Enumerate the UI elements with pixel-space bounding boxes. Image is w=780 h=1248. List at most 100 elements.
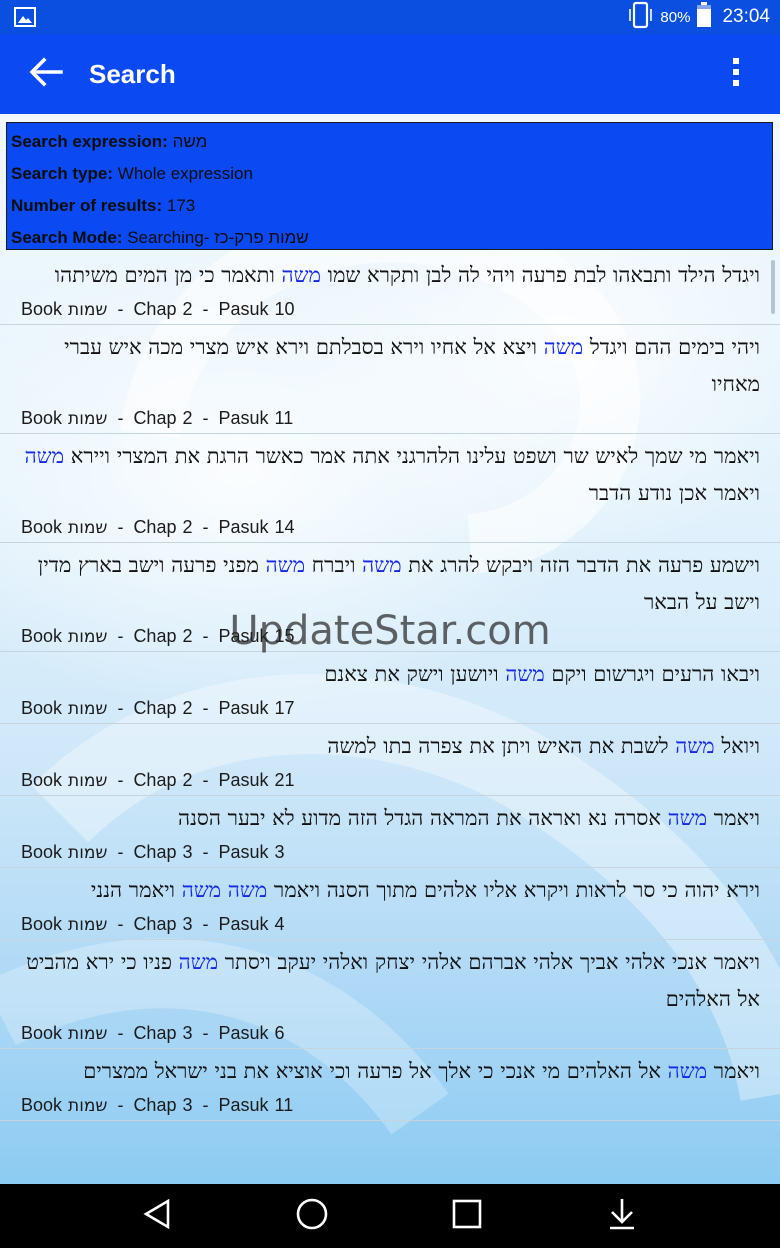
status-indicators: 80% 23:04 (628, 0, 770, 34)
search-expression-row: Search expression: משה (11, 126, 768, 158)
verse-reference: Book שמות - Chap 2 - Pasuk 21 (0, 765, 780, 795)
verse-segment: ויברח (305, 553, 363, 577)
arrow-back-icon (29, 57, 63, 91)
nav-download-button[interactable] (602, 1196, 642, 1236)
separator: - (107, 299, 134, 319)
book-label: Book (21, 1023, 63, 1043)
book-name: שמות (68, 300, 108, 320)
chap-label: Chap (133, 914, 177, 934)
book-label: Book (21, 408, 63, 428)
verse-segment: ויבאו הרעים ויגרשום ויקם (544, 662, 760, 686)
verse-segment: אל האלהים מי אנכי כי אלך אל פרעה וכי אוצ… (83, 1059, 668, 1083)
book-label: Book (21, 517, 63, 537)
verse-reference: Book שמות - Chap 2 - Pasuk 15 (0, 621, 780, 651)
verse-segment: ויושען וישק את צאנם (324, 662, 506, 686)
separator: - (107, 517, 134, 537)
verse-reference: Book שמות - Chap 2 - Pasuk 11 (0, 403, 780, 433)
result-item[interactable]: ויאמר משה אסרה נא ואראה את המראה הגדל הז… (0, 796, 780, 868)
result-item[interactable]: וירא יהוה כי סר לראות ויקרא אליו אלהים מ… (0, 868, 780, 940)
separator: - (192, 770, 219, 790)
search-match: משה (265, 553, 306, 577)
verse-text: ויהי בימים ההם ויגדל משה ויצא אל אחיו וי… (0, 325, 780, 403)
result-item[interactable]: ויואל משה לשבת את האיש ויתן את צפרה בתו … (0, 724, 780, 796)
nav-home-button[interactable] (292, 1196, 332, 1236)
pasuk-label: Pasuk (218, 626, 269, 646)
separator: - (107, 1023, 134, 1043)
verse-segment: לשבת את האיש ויתן את צפרה בתו למשה (327, 734, 676, 758)
separator: - (107, 1095, 134, 1115)
book-name: שמות (68, 699, 108, 719)
pasuk-label: Pasuk (218, 914, 269, 934)
search-summary: Search expression: משה Search type: Whol… (6, 122, 773, 250)
book-label: Book (21, 770, 63, 790)
book-name: שמות (68, 771, 108, 791)
pasuk-number: 4 (274, 914, 285, 934)
chap-number: 3 (182, 1023, 193, 1043)
search-type-label: Search type: (11, 164, 114, 183)
pasuk-number: 14 (274, 517, 295, 537)
scrollbar[interactable] (771, 260, 775, 314)
verse-segment: ויואל (714, 734, 760, 758)
verse-reference: Book שמות - Chap 2 - Pasuk 14 (0, 512, 780, 542)
separator: - (107, 914, 134, 934)
separator: - (192, 1095, 219, 1115)
result-count-row: Number of results: 173 (11, 190, 768, 222)
chap-number: 3 (182, 842, 193, 862)
book-label: Book (21, 698, 63, 718)
chap-number: 2 (182, 408, 193, 428)
book-name: שמות (68, 518, 108, 538)
circle-home-icon (295, 1197, 329, 1235)
verse-reference: Book שמות - Chap 3 - Pasuk 4 (0, 909, 780, 939)
verse-segment: ויהי בימים ההם ויגדל (583, 335, 760, 359)
nav-recents-button[interactable] (447, 1196, 487, 1236)
verse-segment: ויאמר אכן נודע הדבר (588, 481, 760, 505)
back-button[interactable] (26, 54, 66, 94)
chap-label: Chap (133, 1023, 177, 1043)
verse-segment: ויאמר מי שמך לאיש שר ושפט עלינו הלהרגני … (64, 444, 760, 468)
book-name: שמות (68, 843, 108, 863)
search-expression-label: Search expression: (11, 132, 168, 151)
pasuk-label: Pasuk (218, 299, 269, 319)
separator: - (107, 626, 134, 646)
verse-reference: Book שמות - Chap 2 - Pasuk 10 (0, 294, 780, 324)
chap-label: Chap (133, 842, 177, 862)
result-item[interactable]: ויאמר מי שמך לאיש שר ושפט עלינו הלהרגני … (0, 434, 780, 543)
status-bar: 80% 23:04 (0, 0, 780, 34)
verse-segment: ותאמר כי מן המים משיתהו (54, 263, 282, 287)
pasuk-label: Pasuk (218, 1023, 269, 1043)
result-item[interactable]: ויאמר משה אל האלהים מי אנכי כי אלך אל פר… (0, 1049, 780, 1121)
pasuk-label: Pasuk (218, 842, 269, 862)
verse-segment: וירא יהוה כי סר לראות ויקרא אליו אלהים מ… (267, 878, 760, 902)
search-expression-value: משה (172, 132, 208, 151)
result-count-value: 173 (166, 196, 196, 215)
search-type-value: Whole expression (117, 164, 253, 183)
separator: - (192, 698, 219, 718)
pasuk-label: Pasuk (218, 1095, 269, 1115)
status-time: 23:04 (722, 6, 770, 27)
verse-segment: אסרה נא ואראה את המראה הגדל הזה מדוע לא … (178, 806, 668, 830)
overflow-menu-button[interactable] (722, 54, 750, 94)
verse-reference: Book שמות - Chap 3 - Pasuk 3 (0, 837, 780, 867)
chap-number: 2 (182, 517, 193, 537)
app-bar: Search (0, 34, 780, 114)
pasuk-label: Pasuk (218, 517, 269, 537)
result-item[interactable]: ויבאו הרעים ויגרשום ויקם משה ויושען וישק… (0, 652, 780, 724)
search-match: משה (281, 263, 321, 287)
book-label: Book (21, 1095, 63, 1115)
result-item[interactable]: ויהי בימים ההם ויגדל משה ויצא אל אחיו וי… (0, 325, 780, 434)
battery-icon (696, 1, 712, 33)
chap-label: Chap (133, 517, 177, 537)
nav-back-button[interactable] (137, 1196, 177, 1236)
chap-number: 3 (182, 914, 193, 934)
square-recents-icon (451, 1198, 483, 1234)
search-type-row: Search type: Whole expression (11, 158, 768, 190)
image-icon (14, 7, 36, 27)
verse-reference: Book שמות - Chap 3 - Pasuk 11 (0, 1090, 780, 1120)
verse-text: ויואל משה לשבת את האיש ויתן את צפרה בתו … (0, 724, 780, 765)
verse-text: ויבאו הרעים ויגרשום ויקם משה ויושען וישק… (0, 652, 780, 693)
result-item[interactable]: ויגדל הילד ותבאהו לבת פרעה ויהי לה לבן ו… (0, 253, 780, 325)
separator: - (107, 842, 134, 862)
result-item[interactable]: ויאמר אנכי אלהי אביך אלהי אברהם אלהי יצח… (0, 940, 780, 1049)
book-name: שמות (68, 1096, 108, 1116)
result-item[interactable]: וישמע פרעה את הדבר הזה ויבקש להרג את משה… (0, 543, 780, 652)
